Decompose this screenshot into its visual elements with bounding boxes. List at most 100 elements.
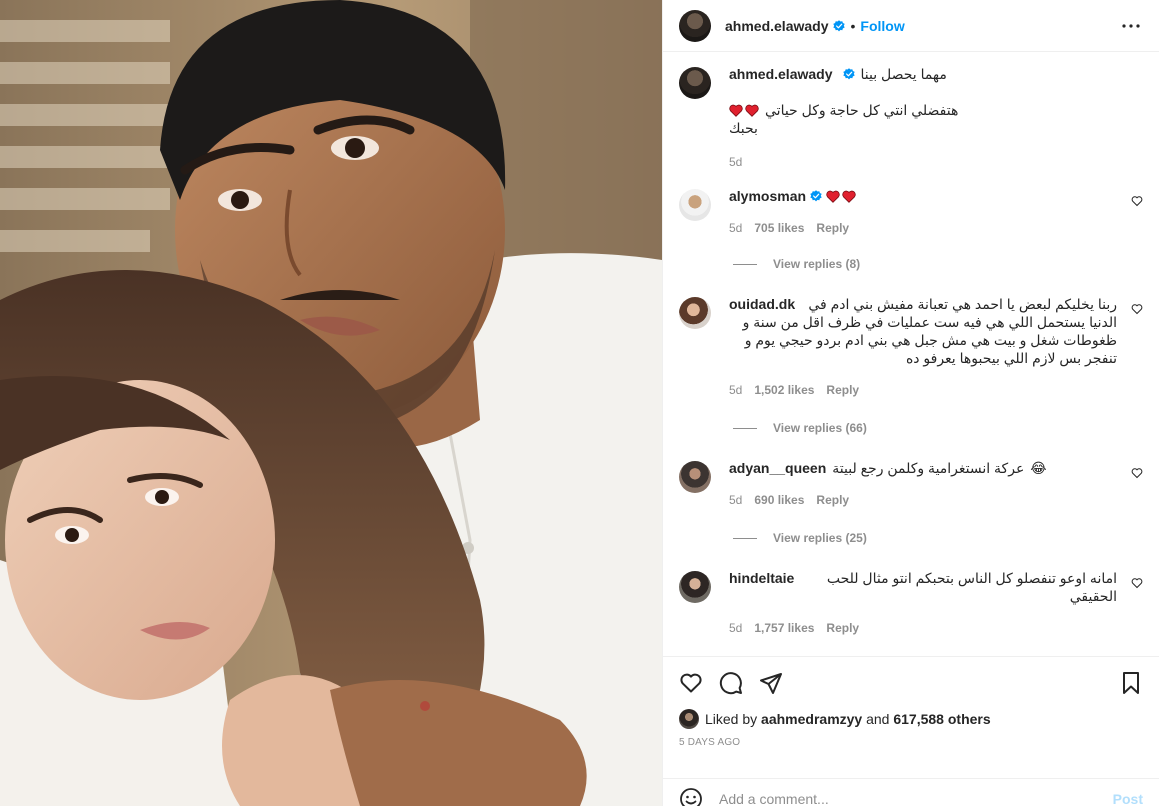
view-replies-button[interactable]: View replies (25) — [733, 531, 1143, 545]
commenter-avatar[interactable] — [679, 571, 711, 603]
post-comment-button[interactable]: Post — [1113, 791, 1143, 806]
comment-item: alymosman 5d 705 likes Reply — [679, 187, 1143, 235]
caption-meta: 5d — [729, 155, 1117, 169]
comment-like-icon[interactable] — [1131, 195, 1143, 207]
caption-username[interactable]: ahmed.elawady — [729, 66, 833, 82]
comment-body: adyan__queen عركة انستغرامية وكلمن رجع ل… — [729, 459, 1143, 507]
comment-meta: 5d 1,502 likes Reply — [729, 383, 1117, 397]
comment-time[interactable]: 5d — [729, 221, 742, 235]
commenter-username[interactable]: hindeltaie — [729, 569, 794, 587]
commenter-username[interactable]: alymosman — [729, 187, 806, 205]
replies-divider — [733, 427, 757, 429]
view-replies-label: View replies (66) — [773, 421, 867, 435]
view-replies-button[interactable]: View replies (8) — [733, 257, 1143, 271]
comment-input[interactable] — [719, 790, 1113, 806]
post-sidebar: ahmed.elawady • Follow ahmed.elawady مهم… — [662, 0, 1159, 806]
caption-time[interactable]: 5d — [729, 155, 742, 169]
comment-like-icon[interactable] — [1131, 303, 1143, 315]
replies-divider — [733, 537, 757, 539]
comment-item: adyan__queen عركة انستغرامية وكلمن رجع ل… — [679, 459, 1143, 507]
comment-body: alymosman 5d 705 likes Reply — [729, 187, 1143, 235]
author-avatar[interactable] — [679, 9, 711, 42]
commenter-username[interactable]: ouidad.dk — [729, 295, 795, 313]
comment-item: hindeltaie امانه اوعو تنفصلو كل الناس بت… — [679, 569, 1143, 635]
comment-likes[interactable]: 690 likes — [754, 493, 804, 507]
replies-divider — [733, 263, 757, 265]
more-options-button[interactable] — [1119, 14, 1143, 38]
share-button[interactable] — [759, 663, 799, 703]
comment-like-icon[interactable] — [1131, 577, 1143, 589]
liker-avatar[interactable] — [679, 709, 699, 729]
reply-button[interactable]: Reply — [816, 493, 849, 507]
emoji-icon[interactable] — [679, 787, 703, 806]
comment-likes[interactable]: 1,502 likes — [754, 383, 814, 397]
comment-meta: 5d 690 likes Reply — [729, 493, 1117, 507]
action-bar — [679, 663, 1143, 703]
laughing-emoji-icon: 😂 — [1030, 460, 1047, 476]
reply-button[interactable]: Reply — [826, 383, 859, 397]
comment-time[interactable]: 5d — [729, 493, 742, 507]
liked-by-connector: and — [866, 711, 890, 727]
separator-dot: • — [850, 17, 856, 34]
caption-line-2: هتفضلي انتي كل حاجة وكل حياتي — [765, 102, 959, 118]
caption-text: ahmed.elawady مهما يحصل بينا هتفضلي انتي … — [729, 65, 1117, 137]
comment-like-icon[interactable] — [1131, 467, 1143, 479]
commenter-avatar[interactable] — [679, 297, 711, 329]
comment-meta: 5d 1,757 likes Reply — [729, 621, 1117, 635]
caption: ahmed.elawady مهما يحصل بينا هتفضلي انتي … — [679, 65, 1143, 169]
comment-icon — [719, 672, 742, 695]
likes-summary[interactable]: Liked by aahmedramzyy and 617,588 others — [679, 709, 1143, 729]
heart-emoji-icon — [826, 190, 840, 203]
comment-likes[interactable]: 705 likes — [754, 221, 804, 235]
caption-line-2-row: هتفضلي انتي كل حاجة وكل حياتي — [729, 101, 1117, 119]
liked-by-prefix: Liked by — [705, 711, 758, 727]
post-actions: Liked by aahmedramzyy and 617,588 others… — [663, 656, 1159, 748]
comment-text: alymosman — [729, 187, 1117, 205]
share-icon — [760, 673, 782, 694]
follow-button[interactable]: Follow — [860, 18, 904, 34]
verified-icon — [832, 19, 845, 31]
verified-icon — [842, 68, 855, 80]
author-username[interactable]: ahmed.elawady — [725, 18, 829, 34]
commenter-avatar[interactable] — [679, 461, 711, 493]
verified-icon — [810, 190, 822, 202]
post-modal: ahmed.elawady • Follow ahmed.elawady مهم… — [0, 0, 1159, 806]
add-comment-bar: Post — [663, 778, 1159, 806]
comment-time[interactable]: 5d — [729, 383, 742, 397]
author-block: ahmed.elawady • Follow — [725, 18, 905, 34]
more-icon — [1122, 23, 1140, 28]
comment-body: ouidad.dk ربنا يخليكم لبعض يا احمد هي تع… — [729, 295, 1143, 397]
caption-line-3: بحبك — [729, 120, 758, 136]
bookmark-icon — [1123, 672, 1139, 694]
comments-list[interactable]: ahmed.elawady مهما يحصل بينا هتفضلي انتي … — [663, 53, 1159, 655]
heart-emoji-icon — [729, 104, 743, 117]
post-header: ahmed.elawady • Follow — [663, 0, 1159, 52]
caption-line-1: مهما يحصل بينا — [860, 66, 947, 82]
like-button[interactable] — [679, 663, 719, 703]
save-button[interactable] — [1119, 663, 1143, 703]
liker-username[interactable]: aahmedramzyy — [761, 711, 862, 727]
post-photo[interactable] — [0, 0, 662, 806]
comment-button[interactable] — [719, 663, 759, 703]
view-replies-label: View replies (25) — [773, 531, 867, 545]
caption-body: ahmed.elawady مهما يحصل بينا هتفضلي انتي … — [729, 65, 1143, 169]
reply-button[interactable]: Reply — [816, 221, 849, 235]
comment-body: hindeltaie امانه اوعو تنفصلو كل الناس بت… — [729, 569, 1143, 635]
heart-emoji-icon — [842, 190, 856, 203]
comment-text: hindeltaie امانه اوعو تنفصلو كل الناس بت… — [729, 569, 1117, 605]
liked-by-others[interactable]: 617,588 others — [893, 711, 990, 727]
comment-item: ouidad.dk ربنا يخليكم لبعض يا احمد هي تع… — [679, 295, 1143, 397]
comment-content: عركة انستغرامية وكلمن رجع لبيتة — [832, 460, 1025, 476]
view-replies-button[interactable]: View replies (66) — [733, 421, 1143, 435]
comment-meta: 5d 705 likes Reply — [729, 221, 1117, 235]
post-date[interactable]: 5 days ago — [679, 737, 1143, 748]
commenter-avatar[interactable] — [679, 189, 711, 221]
commenter-username[interactable]: adyan__queen — [729, 459, 826, 477]
comment-text: adyan__queen عركة انستغرامية وكلمن رجع ل… — [729, 459, 1117, 477]
reply-button[interactable]: Reply — [826, 621, 859, 635]
comment-text: ouidad.dk ربنا يخليكم لبعض يا احمد هي تع… — [729, 295, 1117, 367]
comment-likes[interactable]: 1,757 likes — [754, 621, 814, 635]
caption-avatar[interactable] — [679, 67, 711, 99]
view-replies-label: View replies (8) — [773, 257, 861, 271]
comment-time[interactable]: 5d — [729, 621, 742, 635]
